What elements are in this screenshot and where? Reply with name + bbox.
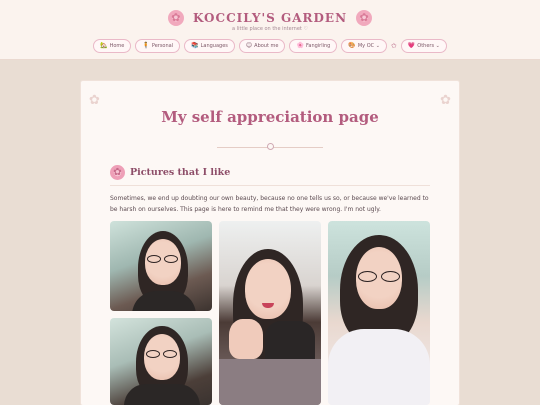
photo-waving[interactable] — [219, 221, 321, 405]
site-tagline: a little place on the internet ♡ — [232, 26, 308, 32]
nav-languages[interactable]: 📚 Languages — [184, 39, 235, 53]
page-title: My self appreciation page — [161, 108, 379, 126]
site-header: ✿ KOCCILY'S GARDEN ✿ a little place on t… — [0, 0, 540, 60]
smiley-icon: 😊 — [245, 42, 253, 49]
nav-about-me[interactable]: 😊 About me — [238, 39, 286, 53]
content-card: ✿ ✿ My self appreciation page ✿ Pictures… — [81, 81, 459, 405]
flower-decoration-icon: ✿ — [440, 93, 451, 108]
site-brand[interactable]: ✿ KOCCILY'S GARDEN ✿ — [0, 7, 540, 26]
cherry-blossom-icon: ✿ — [110, 165, 125, 180]
nav-personal[interactable]: 🧍 Personal — [135, 39, 181, 53]
photo-smiling-black-top[interactable] — [110, 318, 212, 405]
books-icon: 📚 — [191, 42, 199, 49]
nav-label: Languages — [200, 43, 228, 49]
nav-my-oc-dropdown[interactable]: 🎨 My OC ⌄ — [341, 39, 387, 53]
flower-icon: 🌸 — [296, 42, 304, 49]
photo-glasses-sweater[interactable] — [328, 221, 430, 405]
flower-decoration-icon: ✿ — [89, 93, 100, 108]
site-title: KOCCILY'S GARDEN — [192, 10, 348, 25]
nav-label: Personal — [151, 43, 174, 49]
section-title: Pictures that I like — [130, 167, 231, 178]
house-icon: 🏡 — [100, 42, 108, 49]
nav-label: Home — [109, 43, 125, 49]
person-icon: 🧍 — [142, 42, 150, 49]
section-header: ✿ Pictures that I like — [110, 165, 230, 180]
divider-ornament — [267, 143, 274, 150]
nav-home[interactable]: 🏡 Home — [93, 39, 132, 53]
nav-label: About me — [254, 43, 279, 49]
intro-paragraph: Sometimes, we end up doubting our own be… — [110, 195, 429, 213]
main-nav: 🏡 Home 🧍 Personal 📚 Languages 😊 About me… — [0, 39, 540, 53]
nav-label: Others ⌄ — [417, 43, 440, 49]
section-divider — [110, 185, 430, 186]
cherry-blossom-icon: ✿ — [356, 9, 373, 26]
photo-smiling-glasses[interactable] — [110, 221, 212, 311]
nav-fangirling[interactable]: 🌸 Fangirling — [289, 39, 338, 53]
nav-others-dropdown[interactable]: 💗 Others ⌄ — [400, 39, 447, 53]
star-icon[interactable]: ✩ — [391, 42, 397, 50]
cherry-blossom-icon: ✿ — [167, 9, 184, 26]
palette-icon: 🎨 — [348, 42, 356, 49]
nav-label: Fangirling — [305, 43, 331, 49]
heart-icon: 💗 — [407, 42, 416, 49]
nav-label: My OC ⌄ — [357, 43, 380, 49]
